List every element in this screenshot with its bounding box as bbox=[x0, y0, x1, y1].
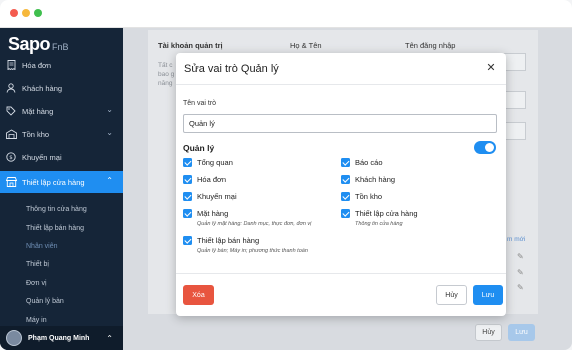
role-name-label: Tên vai trò bbox=[183, 100, 217, 107]
logo-brand: Sapo bbox=[8, 34, 51, 54]
sidebar-item-customers[interactable]: Khách hàng bbox=[0, 77, 123, 99]
permission-promotions[interactable]: Khuyến mại bbox=[183, 192, 237, 201]
minimize-window-button[interactable] bbox=[22, 9, 30, 17]
permission-label: Khách hàng bbox=[355, 175, 396, 184]
permission-sales-settings[interactable]: Thiết lập bán hàng Quản lý bàn; Máy in; … bbox=[183, 236, 308, 254]
checkbox-checked[interactable] bbox=[341, 175, 350, 184]
section-toggle[interactable] bbox=[474, 141, 496, 154]
sidebar-item-inventory[interactable]: Tồn kho ⌄ bbox=[0, 123, 123, 145]
close-icon[interactable]: ✕ bbox=[484, 61, 498, 75]
role-name-input[interactable] bbox=[183, 114, 497, 133]
sidebar-subitem-store-info[interactable]: Thông tin cửa hàng bbox=[26, 206, 87, 213]
chevron-up-icon: ⌃ bbox=[106, 333, 113, 343]
background-cancel-button[interactable]: Hủy bbox=[475, 324, 502, 341]
checkbox-checked[interactable] bbox=[341, 192, 350, 201]
checkbox-checked[interactable] bbox=[341, 209, 350, 218]
chevron-up-icon: ⌃ bbox=[106, 176, 113, 185]
sidebar-item-label: Khách hàng bbox=[22, 83, 63, 93]
sidebar-subitem-printers[interactable]: Máy in bbox=[26, 317, 47, 324]
sidebar-item-store-settings[interactable]: Thiết lập cửa hàng ⌃ bbox=[0, 171, 123, 193]
sidebar: Sapo FnB Hóa đơn Khách hàng Mặt hàng ⌄ T… bbox=[0, 28, 123, 350]
svg-text:$: $ bbox=[9, 155, 13, 161]
store-icon bbox=[0, 177, 22, 187]
permission-label: Báo cáo bbox=[355, 158, 383, 167]
sidebar-subitem-staff[interactable]: Nhân viên bbox=[26, 243, 58, 250]
sidebar-subitem-units[interactable]: Đơn vị bbox=[26, 280, 47, 287]
permission-label: Thiết lập bán hàng bbox=[197, 236, 260, 245]
permission-label: Tổng quan bbox=[197, 158, 233, 167]
cancel-button[interactable]: Hủy bbox=[436, 285, 467, 305]
permission-desc: Quản lý mặt hàng: Danh mục, thực đơn, đơ… bbox=[197, 221, 312, 227]
sidebar-item-label: Hóa đơn bbox=[22, 60, 52, 70]
sidebar-item-label: Mặt hàng bbox=[22, 106, 54, 116]
logo[interactable]: Sapo FnB bbox=[8, 34, 69, 54]
permission-desc: Thông tin cửa hàng bbox=[355, 221, 403, 227]
person-icon bbox=[0, 83, 22, 93]
checkbox-checked[interactable] bbox=[183, 158, 192, 167]
sidebar-item-label: Tồn kho bbox=[22, 129, 50, 139]
sidebar-item-label: Thiết lập cửa hàng bbox=[22, 177, 85, 187]
warehouse-icon bbox=[0, 129, 22, 139]
permission-label: Tồn kho bbox=[355, 192, 383, 201]
sidebar-item-invoices[interactable]: Hóa đơn bbox=[0, 54, 123, 76]
permission-reports[interactable]: Báo cáo bbox=[341, 158, 383, 167]
permission-desc: Quản lý bàn; Máy in; phương thức thanh t… bbox=[197, 248, 308, 254]
edit-icon[interactable]: ✎ bbox=[517, 283, 524, 292]
sidebar-subitem-sales-settings[interactable]: Thiết lập bán hàng bbox=[26, 225, 84, 232]
section-heading: Tài khoản quản trị bbox=[158, 41, 223, 50]
maximize-window-button[interactable] bbox=[34, 9, 42, 17]
modal-footer: Xóa Hủy Lưu bbox=[176, 273, 506, 316]
avatar bbox=[6, 330, 22, 346]
permission-overview[interactable]: Tổng quan bbox=[183, 158, 233, 167]
app-window: Sapo FnB Hóa đơn Khách hàng Mặt hàng ⌄ T… bbox=[0, 0, 572, 350]
checkbox-checked[interactable] bbox=[183, 175, 192, 184]
add-new-link[interactable]: m mới bbox=[507, 236, 525, 243]
user-bar[interactable]: Phạm Quang Minh ⌃ bbox=[0, 326, 123, 350]
sidebar-subitem-devices[interactable]: Thiết bị bbox=[26, 261, 49, 268]
username-label: Tên đăng nhập bbox=[405, 41, 456, 50]
close-window-button[interactable] bbox=[10, 9, 18, 17]
delete-button[interactable]: Xóa bbox=[183, 285, 214, 305]
permission-label: Hóa đơn bbox=[197, 175, 227, 184]
sidebar-item-promotions[interactable]: $ Khuyến mại bbox=[0, 146, 123, 168]
checkbox-checked[interactable] bbox=[183, 236, 192, 245]
sidebar-subitem-tables[interactable]: Quản lý bàn bbox=[26, 298, 64, 305]
receipt-icon bbox=[0, 60, 22, 70]
permission-label: Thiết lập cửa hàng bbox=[355, 209, 418, 218]
title-bar bbox=[0, 0, 572, 28]
logo-sub: FnB bbox=[52, 42, 69, 52]
discount-icon: $ bbox=[0, 152, 22, 162]
permission-customers[interactable]: Khách hàng bbox=[341, 175, 395, 184]
sidebar-item-label: Khuyến mại bbox=[22, 152, 62, 162]
checkbox-checked[interactable] bbox=[183, 209, 192, 218]
permission-inventory[interactable]: Tồn kho bbox=[341, 192, 382, 201]
permission-label: Khuyến mại bbox=[197, 192, 237, 201]
edit-icon[interactable]: ✎ bbox=[517, 252, 524, 261]
edit-icon[interactable]: ✎ bbox=[517, 268, 524, 277]
save-button[interactable]: Lưu bbox=[473, 285, 503, 305]
user-name: Phạm Quang Minh bbox=[28, 334, 90, 342]
section-desc-3: năng bbox=[158, 80, 173, 87]
edit-role-modal: Sửa vai trò Quản lý ✕ Tên vai trò Quản l… bbox=[176, 53, 506, 316]
checkbox-checked[interactable] bbox=[183, 192, 192, 201]
modal-header: Sửa vai trò Quản lý ✕ bbox=[176, 53, 506, 85]
chevron-down-icon: ⌄ bbox=[106, 128, 113, 137]
permission-invoices[interactable]: Hóa đơn bbox=[183, 175, 226, 184]
background-save-button[interactable]: Lưu bbox=[508, 324, 535, 341]
permission-label: Mặt hàng bbox=[197, 209, 229, 218]
checkbox-checked[interactable] bbox=[341, 158, 350, 167]
toggle-knob bbox=[485, 143, 494, 152]
sidebar-item-products[interactable]: Mặt hàng ⌄ bbox=[0, 100, 123, 122]
permission-store-settings[interactable]: Thiết lập cửa hàng Thông tin cửa hàng bbox=[341, 209, 418, 227]
modal-title: Sửa vai trò Quản lý bbox=[184, 63, 279, 75]
permission-section-title: Quản lý bbox=[183, 143, 215, 153]
background-field-3[interactable] bbox=[505, 122, 526, 140]
chevron-down-icon: ⌄ bbox=[106, 105, 113, 114]
tag-icon bbox=[0, 106, 22, 116]
background-field-2[interactable] bbox=[505, 91, 526, 109]
section-desc-2: bao g bbox=[158, 71, 175, 78]
section-desc-1: Tất c bbox=[158, 62, 173, 69]
fullname-label: Họ & Tên bbox=[290, 41, 322, 50]
permission-products[interactable]: Mặt hàng Quản lý mặt hàng: Danh mục, thự… bbox=[183, 209, 311, 227]
